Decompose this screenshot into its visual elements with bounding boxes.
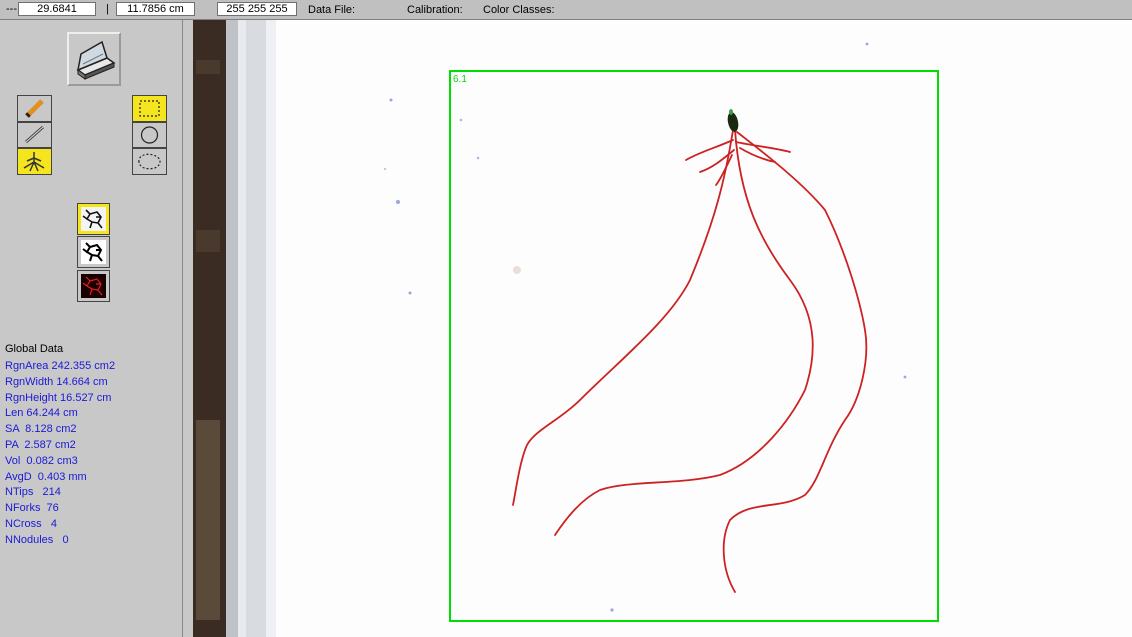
seed-icon <box>727 112 739 132</box>
measure-rgn-height: RgnHeight 16.527 cm <box>5 391 112 404</box>
lasso-select-button[interactable] <box>132 148 167 175</box>
measure-avg-diameter: AvgD 0.403 mm <box>5 470 87 483</box>
circle-select-button[interactable] <box>132 122 167 148</box>
scanner-edge-glass <box>226 20 238 637</box>
pencil-icon <box>25 99 44 118</box>
global-data-title: Global Data <box>5 343 64 355</box>
measure-rgn-area: RgnArea 242.355 cm2 <box>5 360 116 372</box>
original-view-button[interactable] <box>77 203 110 235</box>
skeleton-image-icon <box>81 274 106 298</box>
root-scan-image <box>193 20 939 637</box>
tool-sidebar: Global Data RgnArea 242.355 cm2 RgnWidth… <box>0 20 183 637</box>
lasso-select-icon <box>138 153 161 170</box>
roi-label: 6.1 <box>453 74 467 85</box>
measure-rgn-width: RgnWidth 14.664 cm <box>5 375 108 388</box>
measure-surface-area: SA 8.128 cm2 <box>5 423 77 436</box>
rect-select-icon <box>139 100 160 117</box>
measure-nodules: NNodules 0 <box>5 533 69 546</box>
x-coordinate-field: 29.6841 <box>18 2 96 16</box>
line-tool-button[interactable] <box>17 122 52 148</box>
rect-select-button[interactable] <box>132 95 167 122</box>
distance-field: 11.7856 cm <box>116 2 195 16</box>
data-file-label: Data File: <box>308 4 356 16</box>
measure-forks: NForks 76 <box>5 502 59 515</box>
binary-image-icon <box>81 240 106 264</box>
calibration-label: Calibration: <box>407 4 463 16</box>
rgb-value-field: 255 255 255 <box>217 2 297 16</box>
skeleton-view-button[interactable] <box>77 270 110 302</box>
status-prefix: --- <box>6 3 17 15</box>
roi-rectangle <box>449 70 939 622</box>
measure-tips: NTips 214 <box>5 486 61 499</box>
root-tool-button[interactable] <box>17 148 52 175</box>
pencil-tool-button[interactable] <box>17 95 52 122</box>
color-classes-label: Color Classes: <box>483 4 555 16</box>
root-system <box>512 129 868 593</box>
original-image-icon <box>81 207 106 231</box>
measure-length: Len 64.244 cm <box>5 407 78 420</box>
status-bar: --- 29.6841 | 11.7856 cm 255 255 255 Dat… <box>0 0 1132 20</box>
line-icon <box>25 125 44 144</box>
root-icon <box>23 152 45 172</box>
scan-image-canvas[interactable]: 6.1 <box>193 20 1132 637</box>
binary-view-button[interactable] <box>77 236 110 268</box>
status-separator: | <box>106 3 109 15</box>
measure-crossings: NCross 4 <box>5 517 57 530</box>
scanner-icon <box>76 40 116 80</box>
measure-volume: Vol 0.082 cm3 <box>5 454 78 467</box>
circle-select-icon <box>140 126 159 144</box>
global-data-list: RgnArea 242.355 cm2 RgnWidth 14.664 cm R… <box>5 359 115 549</box>
measure-projected-area: PA 2.587 cm2 <box>5 438 76 451</box>
scan-button[interactable] <box>67 32 121 86</box>
